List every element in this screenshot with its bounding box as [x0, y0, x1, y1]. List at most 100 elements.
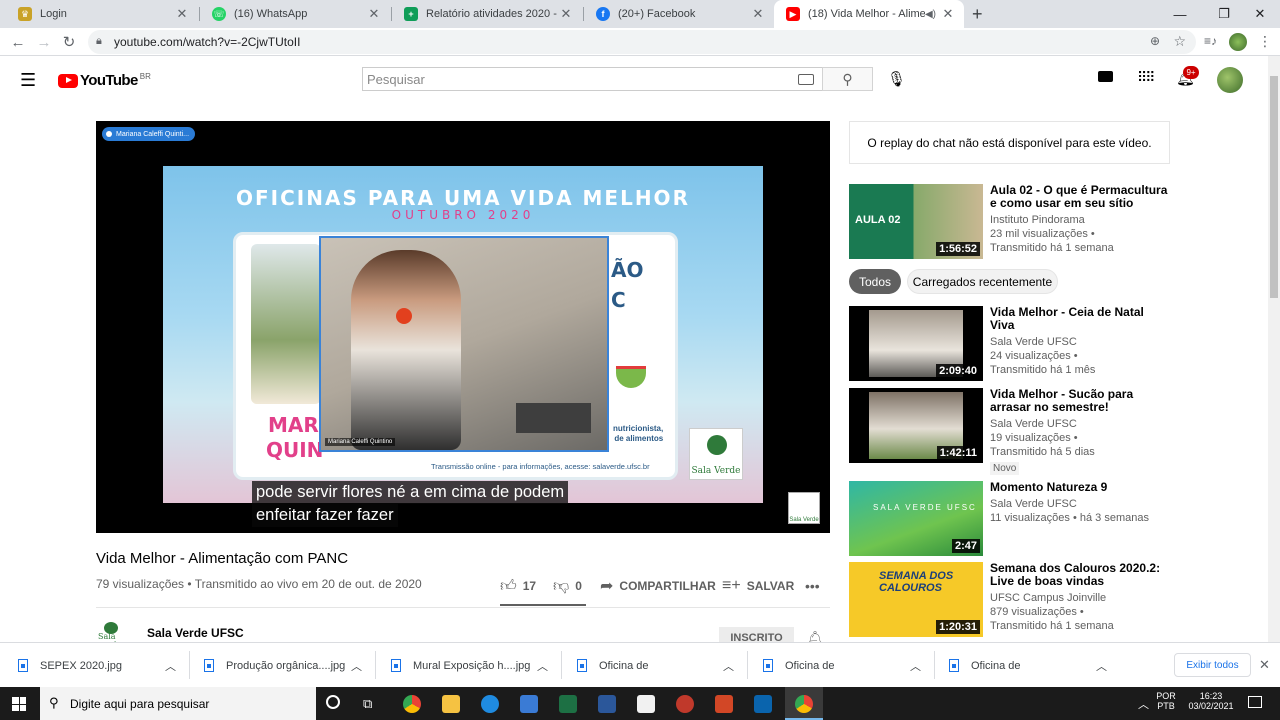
taskbar-search-input[interactable]: ⚲ Digite aqui para pesquisar	[40, 687, 316, 720]
taskbar-active-chrome[interactable]	[785, 687, 823, 720]
video-thumbnail[interactable]: AULA 02 1:56:52	[849, 184, 983, 259]
close-icon[interactable]: ✕	[750, 6, 766, 22]
chevron-up-icon[interactable]: ︿	[537, 643, 548, 688]
channel-name[interactable]: UFSC Campus Joinville	[990, 591, 1170, 605]
reload-icon[interactable]: ↻	[59, 32, 79, 52]
chrome-menu-icon[interactable]: ⋮	[1258, 33, 1272, 50]
tab-login[interactable]: ♛ Login ✕	[6, 0, 198, 28]
back-icon[interactable]: ←	[8, 32, 28, 52]
input-language[interactable]: POR PTB	[1152, 691, 1180, 711]
forward-icon[interactable]: →	[34, 32, 54, 52]
video-title[interactable]: Semana dos Calouros 2020.2: Live de boas…	[990, 562, 1170, 588]
recommended-video[interactable]: SALA VERDE UFSC 2:47 Momento Natureza 9 …	[849, 481, 1179, 556]
channel-name[interactable]: Sala Verde UFSC	[990, 417, 1170, 431]
chevron-up-icon[interactable]: ︿	[1138, 696, 1149, 712]
recommended-video[interactable]: 1:42:11 Vida Melhor - Sucão para arrasar…	[849, 388, 1179, 475]
download-item[interactable]: SEPEX 2020.jpg	[18, 643, 122, 688]
user-avatar[interactable]	[1217, 67, 1243, 93]
video-title[interactable]: Vida Melhor - Ceia de Natal Viva	[990, 306, 1170, 332]
windows-start-icon[interactable]	[12, 697, 26, 711]
subscribe-button[interactable]: INSCRITO	[719, 627, 794, 643]
chevron-up-icon[interactable]: ︿	[910, 643, 921, 688]
search-button[interactable]: ⚲	[822, 67, 873, 91]
watermark-logo[interactable]: Sala Verde	[788, 492, 820, 524]
profile-avatar[interactable]	[1229, 33, 1247, 51]
keyboard-icon[interactable]	[798, 74, 814, 85]
hamburger-menu-icon[interactable]: ☰	[20, 70, 36, 91]
download-item[interactable]: Oficina de	[763, 643, 835, 688]
notification-center-icon[interactable]	[1248, 696, 1262, 708]
edge-icon[interactable]	[481, 695, 499, 713]
recommended-video[interactable]: AULA 02 1:56:52 Aula 02 - O que é Permac…	[849, 184, 1179, 259]
cortana-icon[interactable]	[326, 695, 340, 709]
download-item[interactable]: Oficina de	[577, 643, 649, 688]
word-icon[interactable]	[598, 695, 616, 713]
microphone-icon[interactable]: 🎙︎	[887, 70, 906, 88]
channel-name[interactable]: Sala Verde UFSC	[990, 497, 1170, 511]
save-button[interactable]: ≡+ SALVAR	[722, 577, 794, 595]
download-item[interactable]: Oficina de	[949, 643, 1021, 688]
speaker-icon[interactable]: ◀)	[925, 9, 936, 20]
chevron-up-icon[interactable]: ︿	[351, 643, 362, 688]
create-video-icon[interactable]	[1098, 71, 1113, 82]
chevron-up-icon[interactable]: ︿	[723, 643, 734, 688]
chip-recent[interactable]: Carregados recentemente	[907, 269, 1058, 294]
channel-avatar[interactable]: Sala Verde	[96, 620, 136, 642]
chip-todos[interactable]: Todos	[849, 269, 901, 294]
close-icon[interactable]: ✕	[558, 6, 574, 22]
video-title[interactable]: Vida Melhor - Sucão para arrasar no seme…	[990, 388, 1170, 414]
install-icon[interactable]: ⊕	[1150, 34, 1160, 48]
dislike-button[interactable]: 👎︎ 0	[553, 577, 582, 595]
video-player[interactable]: Mariana Caleffi Quinti... OFICINAS PARA …	[96, 121, 830, 533]
scrollbar-thumb[interactable]	[1270, 76, 1278, 298]
video-thumbnail[interactable]: SALA VERDE UFSC 2:47	[849, 481, 983, 556]
like-button[interactable]: 👍︎ 17	[500, 577, 536, 595]
show-all-downloads-button[interactable]: Exibir todos	[1174, 653, 1251, 677]
video-thumbnail[interactable]: 2:09:40	[849, 306, 983, 381]
apps-grid-icon[interactable]: ⠿⠿	[1137, 69, 1155, 86]
task-view-icon[interactable]: ⧉	[363, 696, 372, 712]
address-bar[interactable]: 🔒︎ youtube.com/watch?v=-2CjwTUtoII ⊕ ☆	[88, 30, 1196, 54]
clock[interactable]: 16:23 03/02/2021	[1186, 691, 1236, 711]
new-tab-icon[interactable]: +	[972, 4, 983, 25]
download-item[interactable]: Produção orgânica....jpg	[204, 643, 345, 688]
chrome-icon[interactable]	[403, 695, 421, 713]
excel-icon[interactable]	[559, 695, 577, 713]
close-icon[interactable]: ✕	[940, 6, 956, 22]
tab-facebook[interactable]: f (20+) Facebook ✕	[584, 0, 774, 28]
media-control-icon[interactable]: ≡♪	[1204, 34, 1217, 48]
close-icon[interactable]: ✕	[366, 6, 382, 22]
minimize-icon[interactable]: —	[1160, 0, 1200, 28]
tab-youtube[interactable]: ▶ (18) Vida Melhor - Alimentaç ◀) ✕	[774, 0, 964, 28]
video-title[interactable]: Momento Natureza 9	[990, 481, 1170, 494]
video-title[interactable]: Aula 02 - O que é Permacultura e como us…	[990, 184, 1170, 210]
search-input[interactable]: Pesquisar	[362, 67, 822, 91]
tab-sheets[interactable]: + Relatório atividades 2020 - Planilh ✕	[392, 0, 582, 28]
app-icon[interactable]	[520, 695, 538, 713]
chevron-up-icon[interactable]: ︿	[165, 643, 176, 688]
page-scrollbar[interactable]	[1268, 56, 1280, 642]
mail-icon[interactable]	[754, 695, 772, 713]
recommended-video[interactable]: SEMANA DOS CALOUROS 1:20:31 Semana dos C…	[849, 562, 1179, 637]
channel-name[interactable]: Sala Verde UFSC	[147, 626, 244, 640]
recommended-video[interactable]: 2:09:40 Vida Melhor - Ceia de Natal Viva…	[849, 306, 1179, 381]
powerpoint-icon[interactable]	[715, 695, 733, 713]
channel-name[interactable]: Instituto Pindorama	[990, 213, 1170, 227]
channel-name[interactable]: Sala Verde UFSC	[990, 335, 1170, 349]
file-explorer-icon[interactable]	[442, 695, 460, 713]
video-thumbnail[interactable]: 1:42:11	[849, 388, 983, 463]
video-thumbnail[interactable]: SEMANA DOS CALOUROS 1:20:31	[849, 562, 983, 637]
store-icon[interactable]	[637, 695, 655, 713]
share-button[interactable]: ➦ COMPARTILHAR	[600, 577, 716, 595]
youtube-logo[interactable]: YouTube BR	[58, 72, 151, 89]
window-close-icon[interactable]: ✕	[1240, 0, 1280, 28]
bookmark-star-icon[interactable]: ☆	[1173, 33, 1186, 50]
more-actions-button[interactable]: •••	[805, 577, 826, 595]
tab-whatsapp[interactable]: ☏ (16) WhatsApp ✕	[200, 0, 390, 28]
close-icon[interactable]: ✕	[174, 6, 190, 22]
chevron-up-icon[interactable]: ︿	[1096, 643, 1107, 688]
restore-icon[interactable]: ❐	[1204, 0, 1244, 28]
close-shelf-icon[interactable]: ✕	[1259, 657, 1270, 673]
download-item[interactable]: Mural Exposição h....jpg	[391, 643, 530, 688]
app-icon[interactable]	[676, 695, 694, 713]
